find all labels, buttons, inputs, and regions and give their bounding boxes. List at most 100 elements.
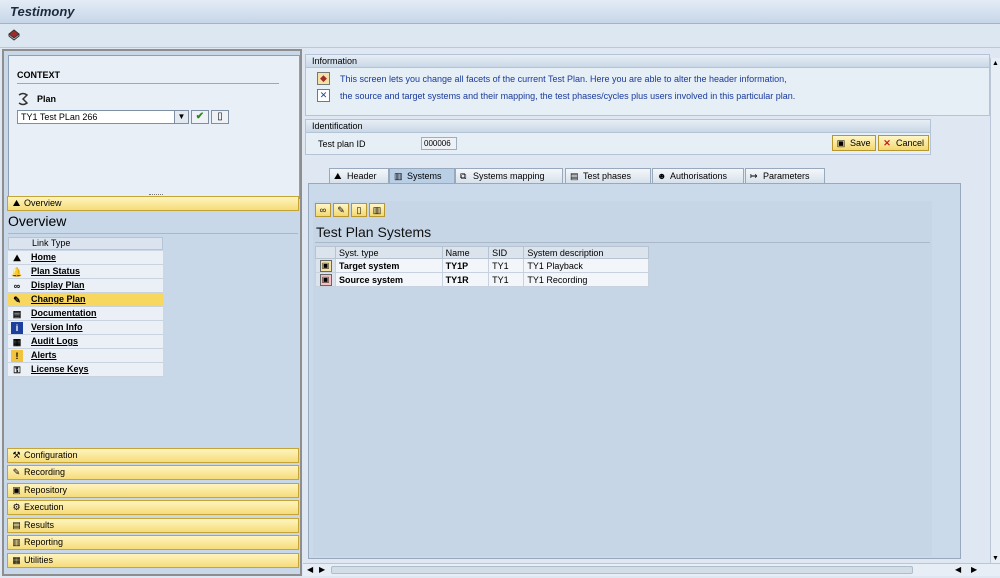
trash-icon[interactable]: ▥ xyxy=(369,203,385,217)
tab-systems[interactable]: ▥ Systems xyxy=(389,168,455,183)
link-license-keys[interactable]: ⚿ License Keys xyxy=(8,363,163,377)
table-row[interactable]: ▣ Source system TY1R TY1 TY1 Recording xyxy=(315,272,649,287)
nav-repository[interactable]: ▣ Repository xyxy=(7,483,299,498)
book-icon[interactable] xyxy=(7,28,21,42)
link-change-plan[interactable]: ✎ Change Plan xyxy=(8,293,163,307)
users-icon: ☻ xyxy=(657,171,667,181)
header-icon: ⛰ xyxy=(334,171,342,181)
divider xyxy=(315,242,930,243)
cancel-icon: ✕ xyxy=(883,138,891,148)
recording-icon: ✎ xyxy=(12,467,21,477)
cancel-button[interactable]: ✕ Cancel xyxy=(878,135,930,151)
glasses-icon: ∞ xyxy=(13,281,21,291)
systems-icon: ▥ xyxy=(394,171,403,181)
tab-authorisations[interactable]: ☻ Authorisations xyxy=(652,168,744,183)
utilities-icon: ▦ xyxy=(12,555,21,565)
link-audit-logs[interactable]: ▦ Audit Logs xyxy=(8,335,163,349)
horizontal-scrollbar[interactable]: ◀ ▶ ◀ ▶ xyxy=(303,563,1000,576)
scroll-left-icon[interactable]: ◀ xyxy=(307,565,313,574)
plan-select[interactable]: TY1 Test PLan 266 ▼ xyxy=(17,110,189,124)
link-version-info[interactable]: i Version Info xyxy=(8,321,163,335)
plan-select-value: TY1 Test PLan 266 xyxy=(21,112,98,122)
systems-content: ∞ ✎ ▯ ▥ Test Plan Systems Syst. type Nam… xyxy=(313,201,932,556)
info-line-2: the source and target systems and their … xyxy=(340,91,796,101)
link-type-header: Link Type xyxy=(8,237,163,250)
chevron-down-icon[interactable]: ▼ xyxy=(174,111,188,123)
scroll-down-icon[interactable]: ▼ xyxy=(992,555,999,562)
pencil-icon: ✎ xyxy=(13,295,21,305)
divider xyxy=(17,83,279,84)
info-icon: i xyxy=(11,322,23,334)
nav-overview-label: Overview xyxy=(24,198,62,208)
scroll-right-icon[interactable]: ▶ xyxy=(319,565,325,574)
main-content: Information ◆ This screen lets you chang… xyxy=(303,49,991,576)
col-syst-type: Syst. type xyxy=(335,246,443,259)
source-system-icon: ▣ xyxy=(319,273,332,286)
divider xyxy=(8,233,298,234)
scrollbar-thumb[interactable] xyxy=(331,566,913,574)
document-icon: ▤ xyxy=(12,309,22,319)
pencil-icon[interactable]: ✎ xyxy=(333,203,349,217)
table-row[interactable]: ▣ Target system TY1P TY1 TY1 Playback xyxy=(315,258,649,273)
close-icon[interactable]: ✕ xyxy=(317,89,330,102)
save-icon: ▣ xyxy=(836,138,846,148)
tab-test-phases[interactable]: ▤ Test phases xyxy=(565,168,651,183)
nav-reporting[interactable]: ▥ Reporting xyxy=(7,535,299,550)
tab-systems-mapping[interactable]: ⧉ Systems mapping xyxy=(455,168,563,183)
scroll-right-icon[interactable]: ▶ xyxy=(971,565,977,574)
section-title: Test Plan Systems xyxy=(316,224,432,240)
execution-icon: ⚙ xyxy=(12,502,21,512)
nav-results[interactable]: ▤ Results xyxy=(7,518,299,533)
col-name: Name xyxy=(441,246,490,259)
scroll-up-icon[interactable]: ▲ xyxy=(992,60,999,67)
tab-parameters[interactable]: ↦ Parameters xyxy=(745,168,825,183)
navigation-pane: CONTEXT Plan TY1 Test PLan 266 ▼ ✔ ▯ ⛰ O… xyxy=(2,49,302,576)
save-button[interactable]: ▣ Save xyxy=(832,135,876,151)
nav-configuration[interactable]: ⚒ Configuration xyxy=(7,448,299,463)
col-system-description: System description xyxy=(523,246,649,259)
link-plan-status[interactable]: 🔔 Plan Status xyxy=(8,265,163,279)
vertical-scrollbar[interactable]: ▲ ▼ xyxy=(990,58,1000,564)
cell-name: TY1P xyxy=(441,258,490,273)
table-header-row: Syst. type Name SID System description xyxy=(315,246,649,259)
systems-tab-panel: ∞ ✎ ▯ ▥ Test Plan Systems Syst. type Nam… xyxy=(308,183,961,559)
overview-icon: ⛰ xyxy=(12,198,21,208)
scroll-left-icon[interactable]: ◀ xyxy=(955,565,961,574)
link-alerts[interactable]: ! Alerts xyxy=(8,349,163,363)
link-documentation[interactable]: ▤ Documentation xyxy=(8,307,163,321)
row-selector-header xyxy=(315,246,336,259)
tab-header[interactable]: ⛰ Header xyxy=(329,168,389,183)
new-document-icon[interactable]: ▯ xyxy=(211,110,229,124)
plan-label: Plan xyxy=(37,94,57,104)
new-document-icon[interactable]: ▯ xyxy=(351,203,367,217)
systems-table: Syst. type Name SID System description ▣… xyxy=(315,246,649,287)
title-bar: Testimony xyxy=(0,0,1000,24)
log-icon: ▦ xyxy=(12,337,22,347)
reporting-icon: ▥ xyxy=(12,537,21,547)
information-box: Information ◆ This screen lets you chang… xyxy=(305,54,990,116)
application-toolbar xyxy=(0,24,1000,48)
nav-utilities[interactable]: ▦ Utilities xyxy=(7,553,299,568)
context-panel: CONTEXT Plan TY1 Test PLan 266 ▼ ✔ ▯ xyxy=(8,55,300,199)
link-home[interactable]: ⛰ Home xyxy=(8,251,163,265)
key-icon: ⚿ xyxy=(13,365,21,375)
test-plan-id-label: Test plan ID xyxy=(318,139,366,149)
mapping-icon: ⧉ xyxy=(460,171,467,181)
info-line-1: This screen lets you change all facets o… xyxy=(340,74,787,84)
alert-icon: ! xyxy=(11,350,23,362)
nav-execution[interactable]: ⚙ Execution xyxy=(7,500,299,515)
information-title: Information xyxy=(306,55,989,68)
results-icon: ▤ xyxy=(12,520,21,530)
display-icon[interactable]: ∞ xyxy=(315,203,331,217)
home-icon: ⛰ xyxy=(13,253,21,263)
cell-name: TY1R xyxy=(441,272,490,287)
identification-title: Identification xyxy=(306,120,930,133)
link-display-plan[interactable]: ∞ Display Plan xyxy=(8,279,163,293)
target-system-icon: ▣ xyxy=(319,259,332,272)
cell-description: TY1 Recording xyxy=(523,272,649,287)
nav-recording[interactable]: ✎ Recording xyxy=(7,465,299,480)
checkmark-icon[interactable]: ✔ xyxy=(191,110,209,124)
cell-description: TY1 Playback xyxy=(523,258,649,273)
nav-overview[interactable]: ⛰ Overview xyxy=(7,196,299,211)
parameters-icon: ↦ xyxy=(750,171,758,181)
